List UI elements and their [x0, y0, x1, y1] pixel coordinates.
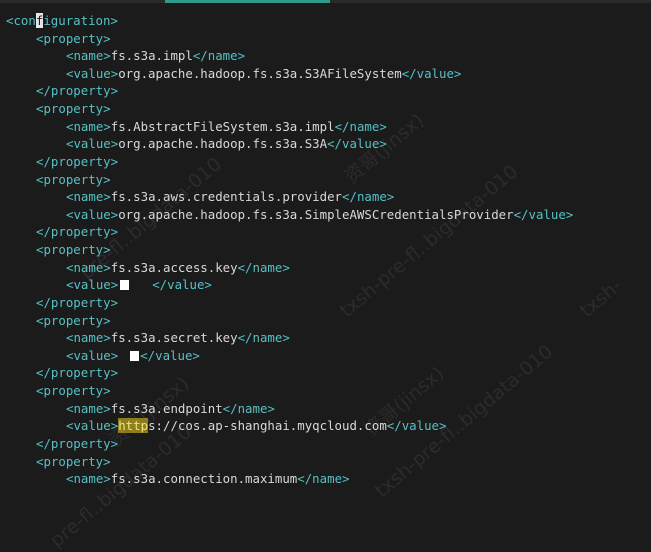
code-line-20: <value> </value> — [66, 348, 200, 363]
code-line-18: <property> — [36, 313, 111, 328]
code-line-10: <property> — [36, 172, 111, 187]
vim-editor-pane[interactable]: <configuration> <property> <name>fs.s3a.… — [0, 0, 651, 500]
search-highlight: http — [118, 418, 149, 433]
code-line-4: <value>org.apache.hadoop.fs.s3a.S3AFileS… — [66, 66, 462, 81]
code-line-12: <value>org.apache.hadoop.fs.s3a.SimpleAW… — [66, 207, 574, 222]
code-line-7: <name>fs.AbstractFileSystem.s3a.impl</na… — [66, 119, 387, 134]
code-line-5: </property> — [36, 83, 119, 98]
code-line-2: <property> — [36, 31, 111, 46]
code-line-13: </property> — [36, 224, 119, 239]
code-line-25: </property> — [36, 436, 119, 451]
code-line-23: <name>fs.s3a.endpoint</name> — [66, 401, 275, 416]
code-line-21: </property> — [36, 365, 119, 380]
redacted-access-key — [120, 280, 130, 290]
code-line-14: <property> — [36, 242, 111, 257]
code-line-17: </property> — [36, 295, 119, 310]
code-line-19: <name>fs.s3a.secret.key</name> — [66, 330, 290, 345]
code-line-8: <value>org.apache.hadoop.fs.s3a.S3A</val… — [66, 136, 387, 151]
code-line-6: <property> — [36, 101, 111, 116]
code-line-27: <name>fs.s3a.connection.maximum</name> — [66, 471, 350, 486]
code-line-3: <name>fs.s3a.impl</name> — [66, 48, 246, 63]
code-line-15: <name>fs.s3a.access.key</name> — [66, 260, 290, 275]
code-line-11: <name>fs.s3a.aws.credentials.provider</n… — [66, 189, 395, 204]
code-line-9: </property> — [36, 154, 119, 169]
redacted-secret-key — [130, 351, 140, 361]
code-line-24: <value>https://cos.ap-shanghai.myqcloud.… — [66, 418, 447, 433]
code-line-26: <property> — [36, 454, 111, 469]
code-line-1: <configuration> — [6, 13, 118, 28]
code-line-16: <value> </value> — [66, 277, 212, 292]
code-line-22: <property> — [36, 383, 111, 398]
